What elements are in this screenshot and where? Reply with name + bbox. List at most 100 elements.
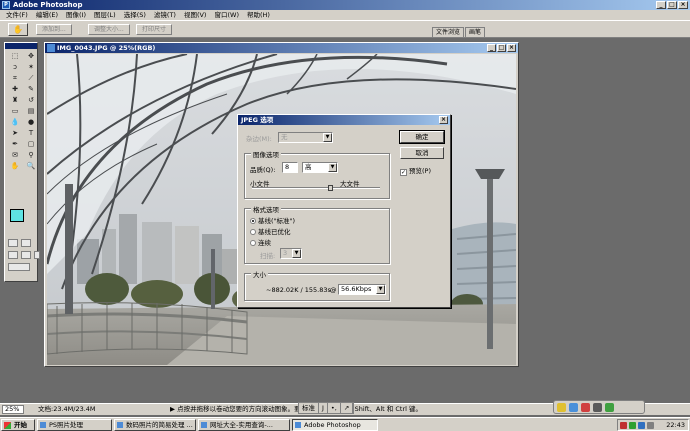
image-options-group: 图像选项 [244,149,390,199]
ime-punct[interactable]: •, [328,403,341,413]
preview-checkbox[interactable]: ✓ 预览(P) [400,165,431,176]
path-selection-tool-icon[interactable]: ➤ [8,128,22,139]
gradient-tool-icon[interactable]: ▤ [24,106,38,117]
type-tool-icon[interactable]: T [24,128,38,139]
ime-softkbd[interactable]: ↗ [341,403,354,413]
quality-slider-thumb[interactable] [328,185,333,191]
quality-input[interactable]: 8 [282,162,298,173]
taskbar-item-photoshop[interactable]: Adobe Photoshop [292,419,378,431]
document-titlebar[interactable]: IMG_0043.JPG @ 25%(RGB) _ □ × [45,43,518,53]
tray-volume-icon[interactable] [647,422,654,429]
maximize-button[interactable]: □ [667,1,677,9]
blur-tool-icon[interactable]: 💧 [8,117,22,128]
menu-filter[interactable]: 滤镜(T) [150,10,180,20]
zoom-field[interactable]: 25% [2,405,24,414]
eyedropper-tool-icon[interactable]: ⚲ [24,150,38,161]
doc-close-button[interactable]: × [507,44,516,52]
radio-baseline-optimized[interactable]: 基线已优化 [250,226,291,236]
matte-select[interactable]: 无 ▼ [278,132,333,143]
jump-to-imageready-icon[interactable] [8,263,30,271]
document-size-info[interactable]: 文档:23.4M/23.4M [38,405,96,414]
keyboard-icon[interactable] [569,402,578,412]
quality-label: 品质(Q): [250,166,276,174]
options-button-1[interactable]: 添加到... [36,24,72,35]
size-estimate: ~882.02K / 155.83s [266,286,331,294]
menu-window[interactable]: 窗口(W) [210,10,243,20]
marquee-tool-icon[interactable]: ⬚ [8,51,22,62]
move-tool-icon[interactable]: ✥ [24,51,38,62]
healing-brush-tool-icon[interactable]: ✚ [8,84,22,95]
quick-mask-mode-icon[interactable] [21,239,31,247]
notes-tool-icon[interactable]: ✉ [8,150,22,161]
menu-layer[interactable]: 图层(L) [90,10,120,20]
menu-help[interactable]: 帮助(H) [243,10,274,20]
radio-icon [250,240,256,246]
menu-bar: 文件(F) 编辑(E) 图像(I) 图层(L) 选择(S) 滤镜(T) 视图(V… [0,10,690,20]
hand-tool-icon[interactable]: ✋ [8,161,22,172]
tray-network-icon[interactable] [629,422,636,429]
ok-button[interactable]: 确定 [399,130,445,144]
clone-stamp-tool-icon[interactable]: ♜ [8,95,22,106]
start-button[interactable]: 开始 [1,419,35,431]
doc-minimize-button[interactable]: _ [487,44,496,52]
ime-toolbar: 标准 J •, ↗ [298,402,355,414]
tab-brushes[interactable]: 画笔 [465,27,486,38]
cancel-button[interactable]: 取消 [400,147,444,159]
help-icon[interactable] [593,402,602,412]
screen-mode-standard-icon[interactable] [8,251,18,259]
doc-maximize-button[interactable]: □ [497,44,506,52]
brush-tool-icon[interactable]: ✎ [24,84,38,95]
dialog-close-button[interactable]: × [439,116,448,124]
lang-icon[interactable] [557,402,566,412]
quality-preset-select[interactable]: 高 ▼ [302,162,338,173]
menu-image[interactable]: 图像(I) [62,10,90,20]
options-icon[interactable] [605,402,614,412]
options-button-2[interactable]: 调整大小... [88,24,130,35]
download-speed-select[interactable]: 56.6Kbps ▼ [338,284,386,295]
history-brush-tool-icon[interactable]: ↺ [24,95,38,106]
radio-progressive[interactable]: 连续 [250,237,271,247]
hand-tool-preset-icon[interactable]: ✋ [8,23,28,36]
system-tray: 22:43 [617,419,689,431]
foreground-color-swatch[interactable] [10,209,24,222]
lasso-tool-icon[interactable]: ↄ [8,62,22,73]
chevron-down-icon: ▼ [376,285,385,294]
options-button-3[interactable]: 打印尺寸 [136,24,173,35]
dodge-tool-icon[interactable]: ● [24,117,38,128]
menu-edit[interactable]: 编辑(E) [32,10,62,20]
standard-mode-icon[interactable] [8,239,18,247]
status-hint: ▶ 点按并拖移以卷动您要的方向滚动图象。要用附加选项，使用 Shift、Alt … [170,405,422,413]
ime-shape[interactable]: J [319,403,328,413]
taskbar: 开始 PS照片处理 数码照片的简易处理 ... 网址大全-实用查询-... Ad… [0,417,690,431]
document-title: IMG_0043.JPG @ 25%(RGB) [57,44,156,52]
shape-tool-icon[interactable]: ▢ [24,139,38,150]
radio-baseline-standard[interactable]: 基线("标准") [250,215,295,225]
tray-antivirus-icon[interactable] [620,422,627,429]
dialog-titlebar[interactable]: JPEG 选项 × [238,115,450,125]
screen-mode-full-icon[interactable] [34,251,40,259]
eraser-tool-icon[interactable]: ▭ [8,106,22,117]
magic-wand-tool-icon[interactable]: ✶ [24,62,38,73]
taskbar-item-browser[interactable]: 网址大全-实用查询-... [198,419,290,431]
tray-messenger-icon[interactable] [638,422,645,429]
zoom-tool-icon[interactable]: 🔍 [24,161,38,172]
menu-select[interactable]: 选择(S) [120,10,150,20]
screen-mode-full-menu-icon[interactable] [21,251,31,259]
pen-icon[interactable] [581,402,590,412]
menu-file[interactable]: 文件(F) [2,10,32,20]
taskbar-item-ps-photo[interactable]: PS照片处理 [37,419,112,431]
radio-label: 基线已优化 [258,228,291,236]
crop-tool-icon[interactable]: ⌗ [8,73,22,84]
scans-value: 3 [283,249,288,257]
pen-tool-icon[interactable]: ✒ [8,139,22,150]
close-button[interactable]: × [678,1,688,9]
ime-mode[interactable]: 标准 [299,403,319,413]
scans-select[interactable]: 3 ▼ [280,248,302,259]
tab-file-browser[interactable]: 文件浏览 [432,27,465,38]
taskbar-item-digital-photo[interactable]: 数码照片的简易处理 ... [114,419,196,431]
quality-slider[interactable] [252,185,380,191]
menu-view[interactable]: 视图(V) [180,10,211,20]
image-options-title: 图像选项 [251,149,281,159]
slice-tool-icon[interactable]: ⟋ [24,73,38,84]
minimize-button[interactable]: _ [656,1,666,9]
